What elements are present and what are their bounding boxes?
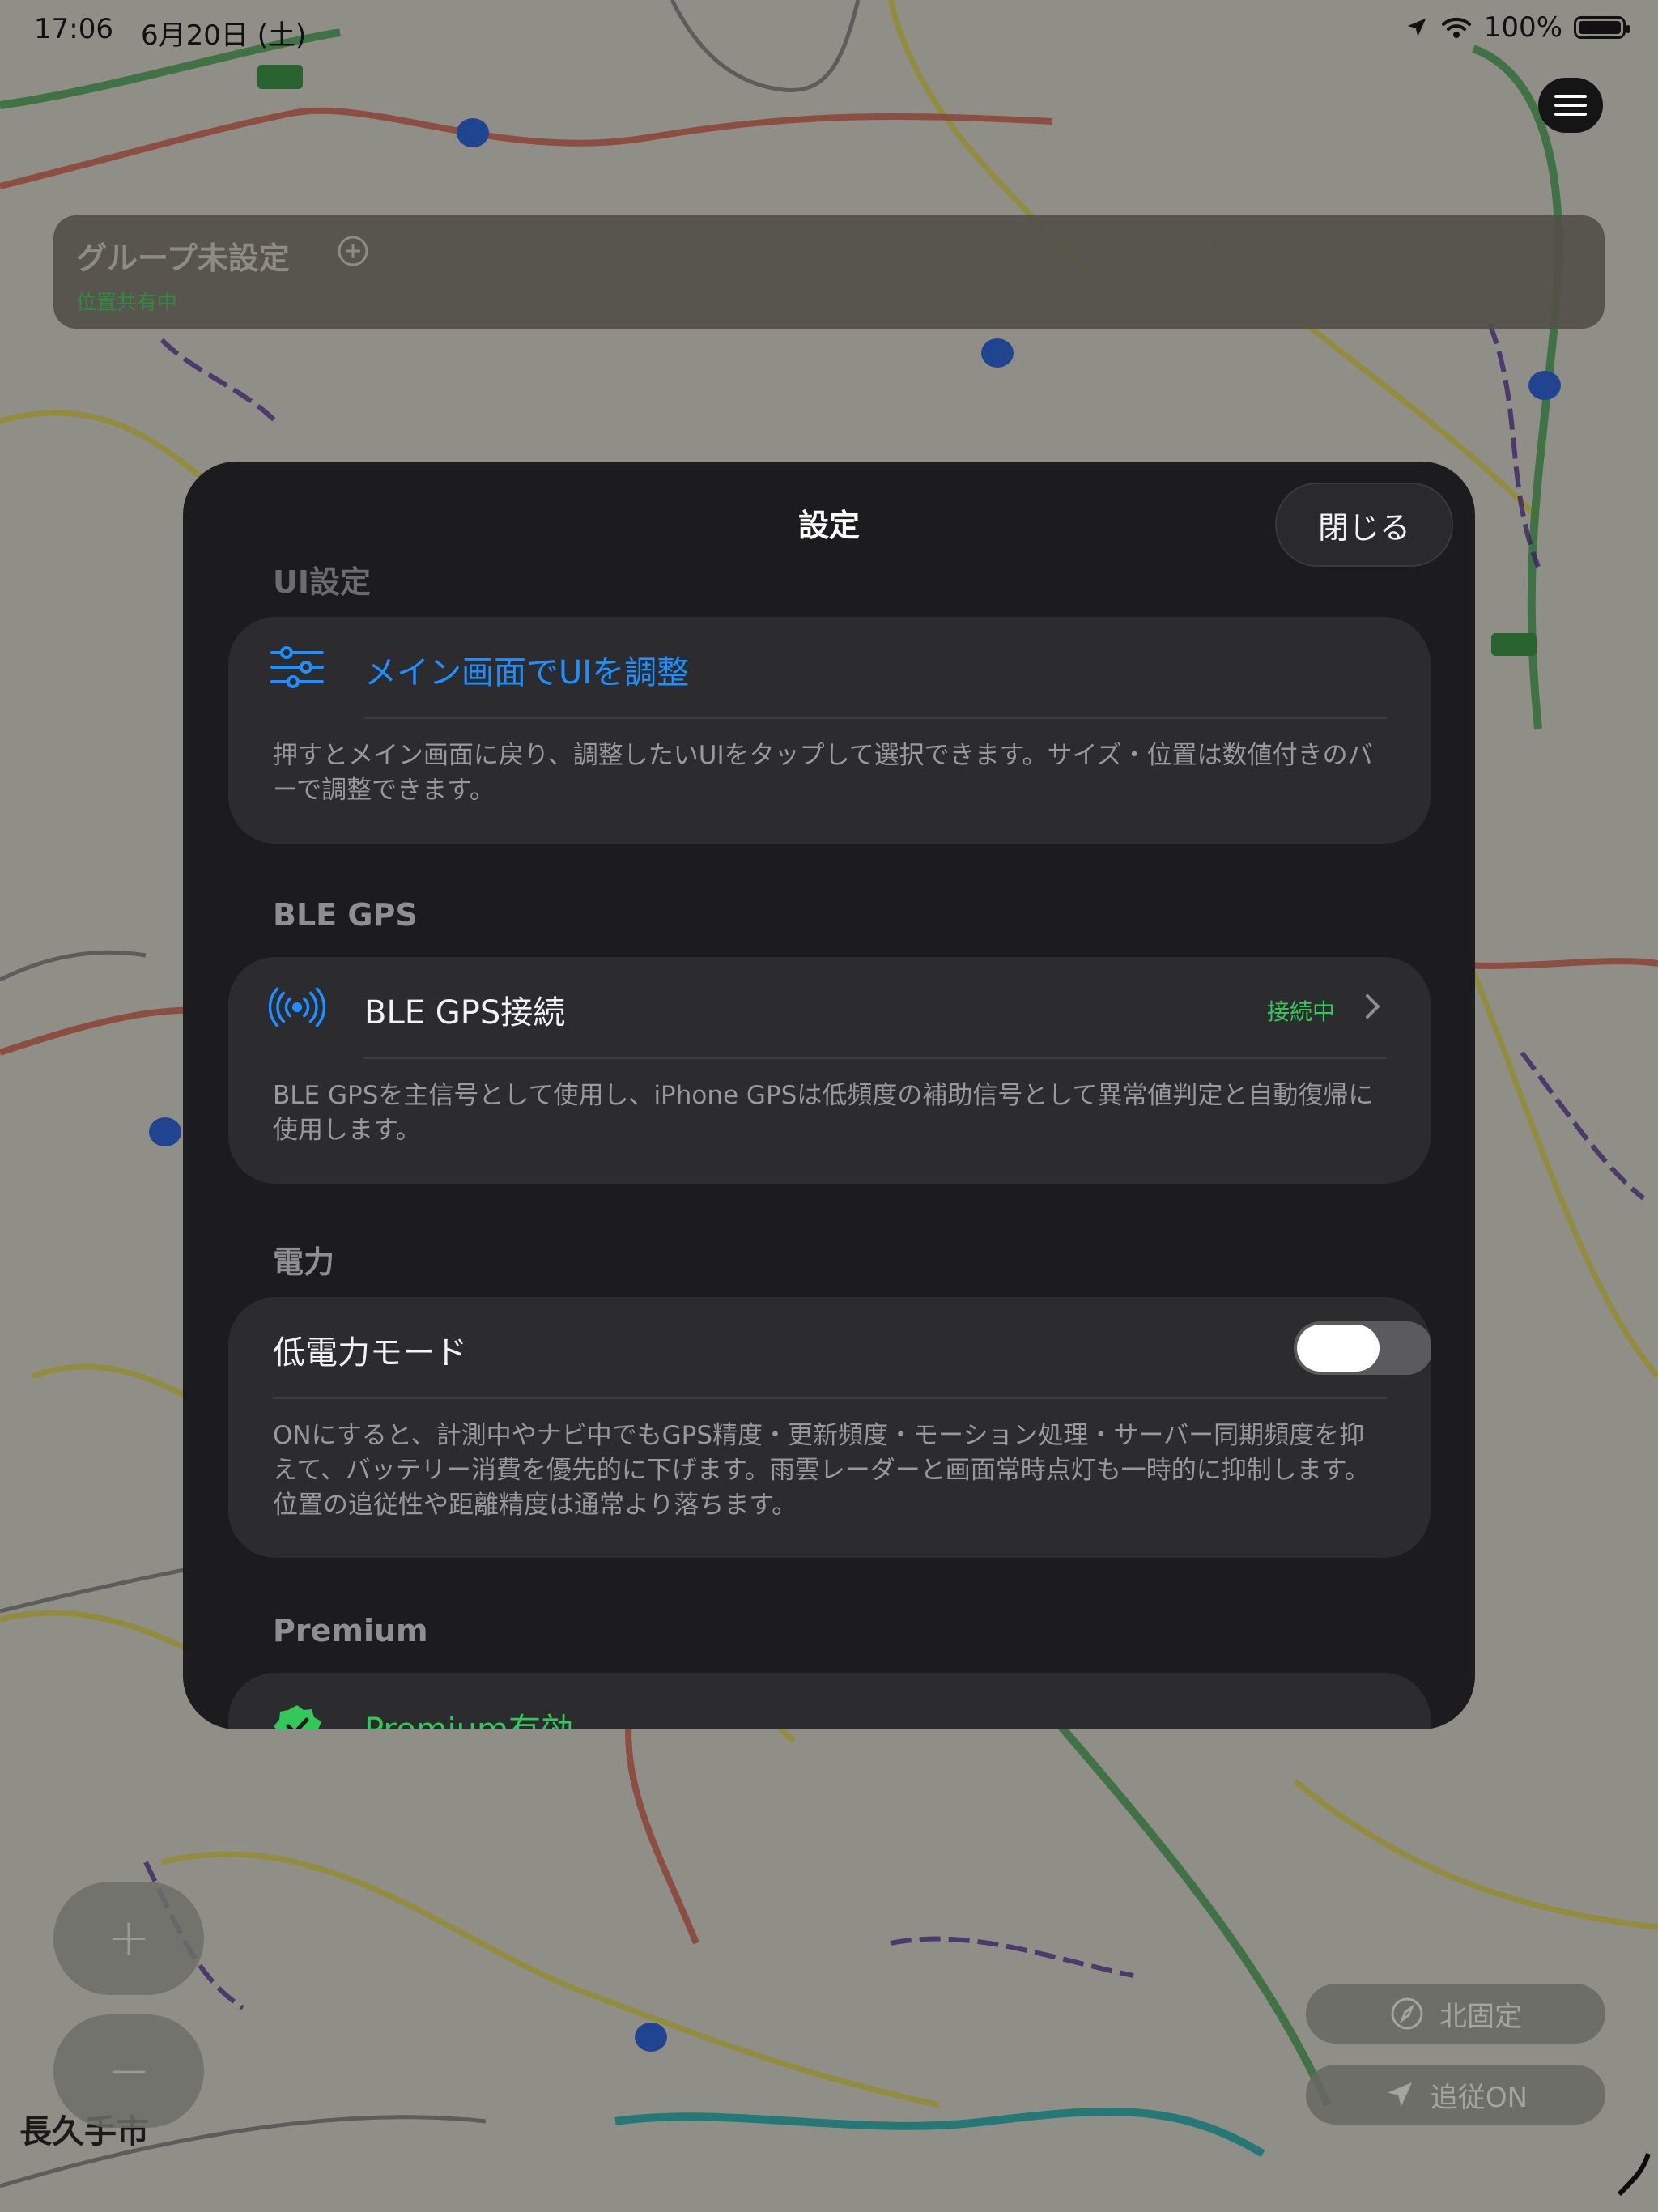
broadcast-icon: [269, 987, 325, 1027]
section-power: 電力: [273, 1244, 335, 1280]
compass-icon: [1391, 1997, 1423, 2030]
zoom-in-button[interactable]: +: [53, 1882, 204, 1995]
battery-icon: [1574, 16, 1630, 39]
status-right: 100%: [1405, 11, 1630, 44]
status-time: 17:06: [34, 13, 113, 45]
battery-percent: 100%: [1483, 11, 1562, 44]
add-circle-icon[interactable]: [337, 235, 369, 267]
ui-adjust-card: メイン画面でUIを調整 押すとメイン画面に戻り、調整したいUIをタップして選択で…: [228, 617, 1431, 844]
settings-sheet: 設定 閉じる UI設定 メイン画面でUIを調整 押すとメイン画面に戻り、調整した…: [183, 462, 1475, 1729]
close-button[interactable]: 閉じる: [1275, 483, 1453, 567]
ble-gps-card: BLE GPS接続 接続中 BLE GPSを主信号として使用し、iPhone G…: [228, 957, 1431, 1184]
north-lock-button[interactable]: 北固定: [1306, 1984, 1605, 2044]
premium-label: Premium有効: [364, 1704, 573, 1729]
location-arrow-icon: [1407, 18, 1426, 37]
status-date: 6月20日 (土): [141, 19, 307, 52]
verified-badge-icon: [274, 1705, 321, 1729]
sliders-icon: [270, 646, 324, 688]
low-power-row: 低電力モード: [228, 1297, 1431, 1397]
follow-label: 追従ON: [1430, 2081, 1528, 2114]
group-bar[interactable]: グループ未設定 位置共有中: [53, 215, 1605, 329]
hamburger-icon: [1554, 95, 1587, 116]
ble-gps-row[interactable]: BLE GPS接続 接続中: [228, 957, 1431, 1057]
ble-connection-status: 接続中: [1266, 998, 1335, 1025]
premium-row[interactable]: Premium有効: [228, 1673, 1431, 1729]
section-premium: Premium: [273, 1613, 428, 1648]
toggle-knob: [1297, 1325, 1380, 1372]
status-bar: 17:06 6月20日 (土) 100%: [0, 0, 1658, 62]
section-ble-gps: BLE GPS: [273, 897, 418, 933]
menu-button[interactable]: [1538, 78, 1603, 133]
low-power-toggle[interactable]: [1294, 1321, 1431, 1375]
location-arrow-icon: [1387, 2082, 1412, 2107]
low-power-description: ONにすると、計測中やナビ中でもGPS精度・更新頻度・モーション処理・サーバー同…: [273, 1421, 1370, 1520]
ui-adjust-label: メイン画面でUIを調整: [364, 654, 690, 691]
divider: [364, 717, 1387, 719]
ble-gps-label: BLE GPS接続: [364, 994, 566, 1032]
follow-button[interactable]: 追従ON: [1306, 2065, 1605, 2125]
location-sharing-status: 位置共有中: [76, 291, 178, 314]
low-power-label: 低電力モード: [273, 1334, 467, 1372]
power-card: 低電力モード ONにすると、計測中やナビ中でもGPS精度・更新頻度・モーション処…: [228, 1297, 1431, 1558]
divider: [364, 1057, 1387, 1059]
divider: [273, 1397, 1387, 1399]
north-lock-label: 北固定: [1439, 2000, 1522, 2033]
wifi-icon: [1441, 17, 1471, 38]
zoom-out-button[interactable]: −: [53, 2014, 204, 2128]
group-title: グループ未設定: [76, 240, 290, 276]
chevron-right-icon: [1366, 994, 1380, 1019]
ble-gps-description: BLE GPSを主信号として使用し、iPhone GPSは低頻度の補助信号として…: [273, 1081, 1374, 1145]
premium-card: Premium有効: [228, 1673, 1431, 1729]
ui-adjust-row[interactable]: メイン画面でUIを調整: [228, 617, 1431, 717]
ui-adjust-description: 押すとメイン画面に戻り、調整したいUIをタップして選択できます。サイズ・位置は数…: [273, 741, 1373, 805]
section-ui-settings: UI設定: [273, 564, 371, 600]
